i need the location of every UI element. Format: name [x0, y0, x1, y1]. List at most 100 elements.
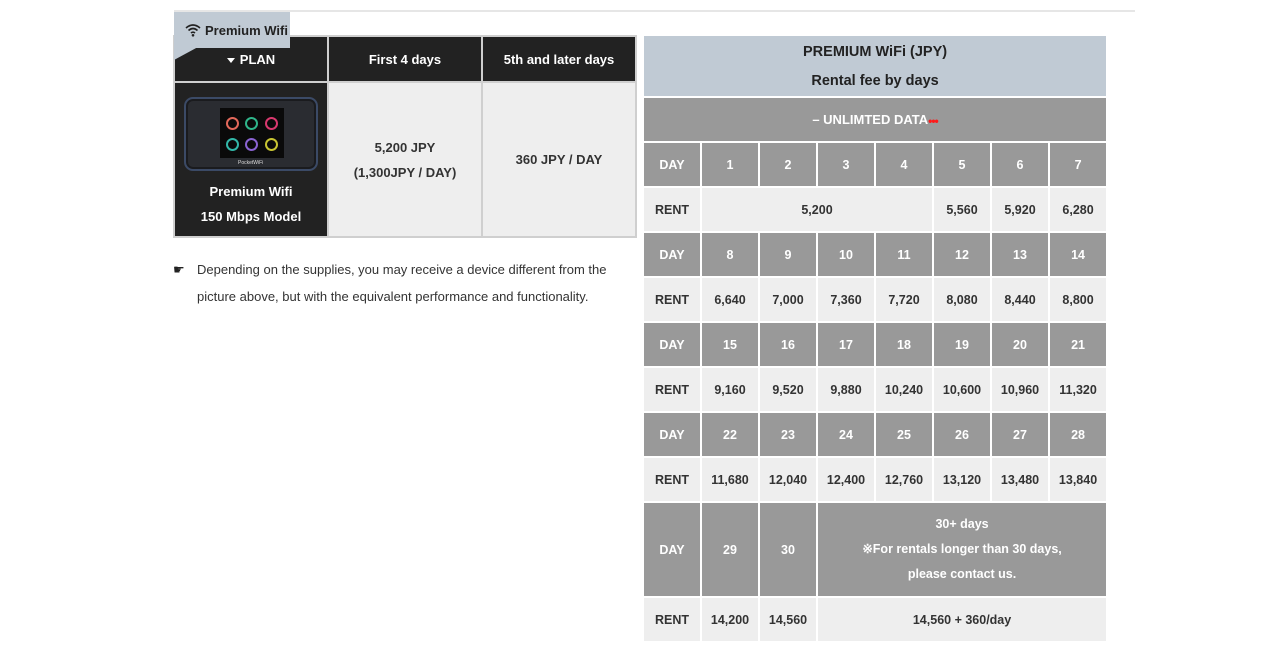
day-cell: 26: [932, 411, 992, 458]
day-cell: 27: [990, 411, 1050, 458]
day-row: DAY 29 30 30+ days ※For rentals longer t…: [642, 501, 1109, 598]
day-cell: 12: [932, 231, 992, 278]
rent-cell: 8,440: [990, 276, 1050, 323]
day-cell: 19: [932, 321, 992, 368]
rent-label: RENT: [642, 186, 702, 233]
day-label: DAY: [642, 231, 702, 278]
day-cell: 6: [990, 141, 1050, 188]
day-cell: 21: [1047, 321, 1109, 368]
day-cell: 15: [700, 321, 760, 368]
day-label: DAY: [642, 141, 702, 188]
day-cell: 11: [874, 231, 934, 278]
rent-cell-merged: 5,200: [700, 186, 934, 233]
rent-cell: 9,520: [758, 366, 818, 413]
rent-cell: 6,280: [1047, 186, 1109, 233]
day-cell: 2: [758, 141, 818, 188]
model-cell: PocketWiFi Premium Wifi 150 Mbps Model: [173, 81, 329, 238]
extended-rent-cell: 14,560 + 360/day: [815, 596, 1109, 643]
rent-cell: 8,800: [1047, 276, 1109, 323]
top-divider: [174, 10, 1135, 12]
rent-cell: 10,600: [932, 366, 992, 413]
tab-label: Premium Wifi: [205, 22, 288, 38]
rent-cell: 12,760: [874, 456, 934, 503]
device-notice: ☛ Depending on the supplies, you may rec…: [173, 257, 623, 310]
day-cell: 29: [700, 501, 760, 598]
first-days-price: 5,200 JPY: [374, 139, 436, 155]
unlimited-data-banner: – UNLIMTED DATA•••: [641, 96, 1109, 143]
day-cell: 14: [1047, 231, 1109, 278]
rent-cell: 8,080: [932, 276, 992, 323]
first-days-header: First 4 days: [327, 35, 483, 83]
day-cell: 23: [758, 411, 818, 458]
device-image: PocketWiFi: [184, 96, 318, 171]
extended-note-2: please contact us.: [907, 567, 1017, 581]
rent-label: RENT: [642, 366, 702, 413]
rent-row: RENT 5,200 5,560 5,920 6,280: [642, 186, 1109, 233]
day-cell: 17: [816, 321, 876, 368]
model-spec: 150 Mbps Model: [200, 208, 302, 224]
rent-cell: 10,960: [990, 366, 1050, 413]
first-days-price-cell: 5,200 JPY (1,300JPY / DAY): [327, 81, 483, 238]
day-cell: 1: [700, 141, 760, 188]
day-cell: 8: [700, 231, 760, 278]
rent-row: RENT 6,640 7,000 7,360 7,720 8,080 8,440 8,800: [642, 276, 1109, 323]
rent-row: RENT 11,680 12,040 12,400 12,760 13,120 13,480…: [642, 456, 1109, 503]
later-days-price: 360 JPY / DAY: [515, 152, 603, 167]
rent-cell: 12,040: [758, 456, 818, 503]
rent-row: RENT 14,200 14,560 14,560 + 360/day: [642, 596, 1109, 643]
day-cell: 18: [874, 321, 934, 368]
rent-cell: 13,840: [1047, 456, 1109, 503]
day-cell: 4: [874, 141, 934, 188]
price-table-title: PREMIUM WiFi (JPY) Rental fee by days: [641, 34, 1109, 98]
rent-cell: 7,720: [874, 276, 934, 323]
notice-text: Depending on the supplies, you may recei…: [197, 262, 607, 304]
rent-cell: 11,680: [700, 456, 760, 503]
day-cell: 13: [990, 231, 1050, 278]
rent-label: RENT: [642, 276, 702, 323]
price-subtitle: Rental fee by days: [811, 73, 939, 89]
rent-cell: 12,400: [816, 456, 876, 503]
rent-cell: 14,560: [758, 596, 818, 643]
rent-cell: 9,160: [700, 366, 760, 413]
rent-cell: 5,920: [990, 186, 1050, 233]
red-dots-icon: •••: [928, 113, 939, 128]
day-label: DAY: [642, 321, 702, 368]
rent-cell: 11,320: [1047, 366, 1109, 413]
day-cell: 5: [932, 141, 992, 188]
first-days-per-day: (1,300JPY / DAY): [353, 164, 457, 180]
day-cell: 22: [700, 411, 760, 458]
day-cell: 3: [816, 141, 876, 188]
rent-cell: 7,360: [816, 276, 876, 323]
rent-cell: 6,640: [700, 276, 760, 323]
rent-cell: 14,200: [700, 596, 760, 643]
caret-down-icon: [226, 57, 235, 63]
tab-premium-wifi[interactable]: Premium Wifi: [174, 12, 290, 48]
day-cell: 9: [758, 231, 818, 278]
tab-pointer: [174, 47, 198, 60]
day-label: DAY: [642, 501, 702, 598]
day-cell: 25: [874, 411, 934, 458]
later-days-price-cell: 360 JPY / DAY: [481, 81, 637, 238]
day-row: DAY 8 9 10 11 12 13 14: [642, 231, 1109, 278]
pointing-hand-icon: ☛: [173, 262, 185, 277]
day-label: DAY: [642, 411, 702, 458]
day-cell: 16: [758, 321, 818, 368]
day-cell: 30: [758, 501, 818, 598]
rent-cell: 10,240: [874, 366, 934, 413]
rent-cell: 9,880: [816, 366, 876, 413]
rent-cell: 13,120: [932, 456, 992, 503]
model-name: Premium Wifi: [209, 183, 293, 199]
later-days-header: 5th and later days: [481, 35, 637, 83]
day-row: DAY 22 23 24 25 26 27 28: [642, 411, 1109, 458]
rent-label: RENT: [642, 456, 702, 503]
price-title: PREMIUM WiFi (JPY): [803, 44, 948, 60]
extended-title: 30+ days: [935, 517, 989, 531]
rent-cell: 13,480: [990, 456, 1050, 503]
rent-cell: 5,560: [932, 186, 992, 233]
day-row: DAY 15 16 17 18 19 20 21: [642, 321, 1109, 368]
day-cell: 28: [1047, 411, 1109, 458]
wifi-icon: [185, 24, 201, 37]
plan-table: PLAN First 4 days 5th and later days Poc…: [173, 35, 637, 238]
rent-cell: 7,000: [758, 276, 818, 323]
day-row: DAY 1 2 3 4 5 6 7: [642, 141, 1109, 188]
